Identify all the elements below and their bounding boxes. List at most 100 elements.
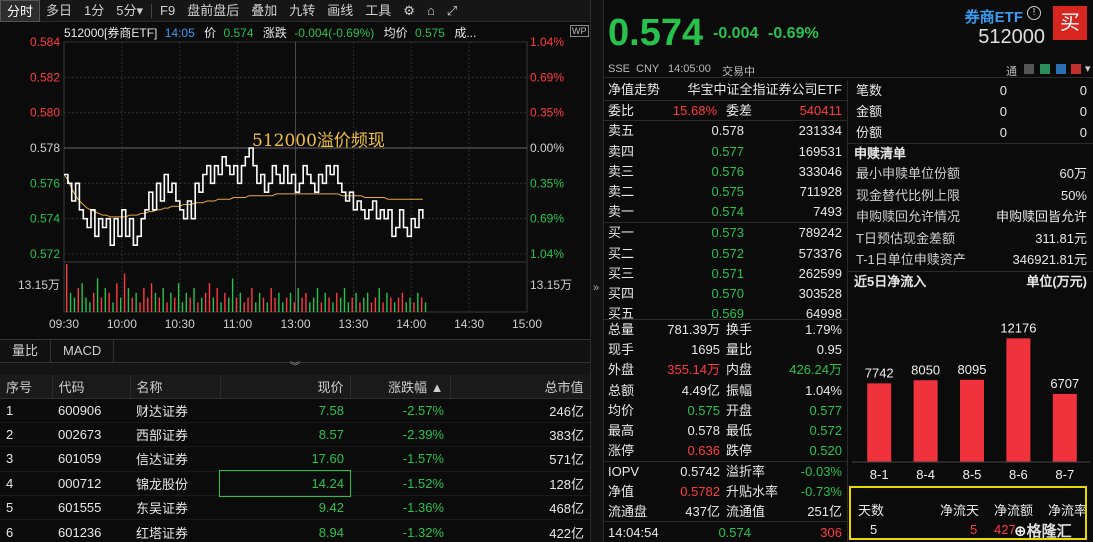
info-icon[interactable]: ! [1027,6,1041,20]
stat-label: 开盘 [726,402,753,418]
sg-value: 60万 [1059,166,1087,181]
index-cell: 2 [0,422,52,448]
x-tick-label: 14:30 [454,317,484,331]
bid-level-row[interactable]: 买一 0.573 789242 [604,223,847,243]
ask-level-row[interactable]: 卖一 0.574 7493 [604,202,847,222]
volume-bar [139,302,141,312]
stat-row: 现手 1695 量比 0.95 [604,340,847,360]
volume-bar [143,288,145,312]
inflow-x-tick: 8-1 [870,467,889,482]
settings-gear-icon[interactable]: ⚙ [397,0,421,22]
trading-status: 交易中 [722,66,755,78]
ratio-label: 委比 [608,103,635,119]
expand-icon[interactable]: » [593,282,599,294]
col-name[interactable]: 名称 [130,375,221,399]
volume-bar [170,292,172,312]
sg-label: 申购赎回允许情况 [856,209,961,225]
menu-icon[interactable]: ▾ [1085,62,1091,75]
nav-trend-link[interactable]: 净值走势 [608,80,660,100]
table-row[interactable]: 3 601059 信达证券 17.60 -1.57% 571亿 [0,446,590,472]
y-tick-label: 0.584 [30,35,60,49]
overlay-button[interactable]: 叠加 [245,0,283,22]
edit-icon[interactable] [1040,64,1050,74]
ask-level-row[interactable]: 卖五 0.578 231334 [604,121,847,141]
change-pct-cell: -2.57% [350,398,450,423]
index-cell: 5 [0,495,52,521]
buy-button[interactable]: 买 [1053,6,1087,40]
y-tick-label: 0.582 [30,70,60,84]
col-change-pct[interactable]: 涨跌幅 ▲ [350,375,451,399]
bid-level-row[interactable]: 买二 0.572 573376 [604,244,847,264]
inflow-bar-label: 6707 [1050,376,1079,391]
y-tick-label: 0.574 [30,212,60,226]
wp-icon[interactable]: WP [570,25,589,37]
table-row[interactable]: 2 002673 西部证券 8.57 -2.39% 383亿 [0,422,590,448]
col-price[interactable]: 现价 [220,375,351,399]
ask-level-row[interactable]: 卖四 0.577 169531 [604,142,847,162]
stat-label: 最低 [726,422,753,438]
inflow-bar [1052,393,1077,462]
volume-bar [312,297,315,312]
tab-volume-ratio[interactable]: 量比 [0,340,52,362]
bid-level-label: 买四 [608,285,635,301]
bid-levels: 买一 0.573 789242 买二 0.572 573376 买三 0.571 262599 买… [604,222,847,324]
ask-level-row[interactable]: 卖二 0.575 711928 [604,182,847,202]
panel-splitter[interactable]: » [590,0,604,542]
volume-bar [177,283,180,312]
tab-multi-day[interactable]: 多日 [40,0,78,22]
ask-level-label: 卖二 [608,183,635,199]
stat-value: 437亿 [685,503,720,519]
price-cell: 7.58 [220,398,350,423]
change-pct-cell: -1.32% [350,519,450,542]
pre-post-market-button[interactable]: 盘前盘后 [181,0,245,22]
collapse-toggle[interactable]: ︾ [0,363,590,375]
table-row[interactable]: 1 600906 财达证券 7.58 -2.57% 246亿 [0,398,590,423]
stat-row: IOPV 0.5742 溢折率 -0.03% [604,461,847,481]
draw-line-button[interactable]: 画线 [321,0,359,22]
change-pct-cell: -1.52% [350,471,450,497]
volume-bar [224,292,226,312]
intraday-chart[interactable]: 0.584 0.582 0.580 0.578 0.576 0.574 0.572 1.04… [0,22,590,340]
chart-annotation: 512000溢价频现 [252,131,385,151]
list-icon[interactable] [1056,64,1066,74]
grid-icon[interactable] [1024,64,1034,74]
inflow-bar [913,380,938,462]
stat-value: 355.14万 [667,362,720,378]
table-row[interactable]: 4 000712 锦龙股份 14.24 -1.52% 128亿 [0,470,590,497]
y-pct-tick-label: 0.35% [530,176,564,190]
summary-row: 笔数 0 0 [848,80,1093,101]
tab-5min[interactable]: 5分▾ [110,0,149,22]
chart-type-icon[interactable]: ⌂ [421,0,441,22]
volume-bar [332,302,334,312]
ask-level-row[interactable]: 卖三 0.576 333046 [604,162,847,182]
bid-level-label: 买二 [608,245,635,261]
bid-level-row[interactable]: 买四 0.570 303528 [604,284,847,304]
tab-1min[interactable]: 1分 [78,0,110,22]
stat-value: 426.24万 [789,362,842,378]
bid-level-price: 0.570 [711,285,744,301]
volume-bar [370,302,373,312]
table-row[interactable]: 6 601236 红塔证券 8.94 -1.32% 422亿 [0,519,590,542]
bid-level-row[interactable]: 买三 0.571 262599 [604,264,847,284]
nine-turn-button[interactable]: 九转 [283,0,321,22]
stat-label: 外盘 [608,362,635,378]
tab-macd[interactable]: MACD [51,340,115,362]
col-code[interactable]: 代码 [52,375,131,399]
table-row[interactable]: 5 601555 东吴证券 9.42 -1.36% 468亿 [0,495,590,521]
volume-bar [266,302,269,312]
col-index[interactable]: 序号 [0,375,53,399]
tab-intraday[interactable]: 分时 [0,0,41,22]
add-icon[interactable] [1071,64,1081,74]
stat-value: 251亿 [807,503,842,519]
chart-symbol: 512000[券商ETF] [64,26,158,40]
fullscreen-icon[interactable]: ⤢ [441,0,463,22]
quote-stats: 总量 781.39万 换手 1.79% 现手 1695 量比 0.95 外盘 355.14万 内盘 4… [604,319,847,522]
stat-value: 0.578 [687,422,720,438]
volume-bar [73,297,76,312]
ask-level-volume: 711928 [799,183,842,199]
f9-button[interactable]: F9 [154,0,181,22]
ratio-row: 委比 15.68% 委差 540411 [604,100,847,120]
x-tick-label: 13:00 [280,317,310,331]
tools-button[interactable]: 工具 [359,0,397,22]
col-market-cap[interactable]: 总市值 [450,375,591,399]
